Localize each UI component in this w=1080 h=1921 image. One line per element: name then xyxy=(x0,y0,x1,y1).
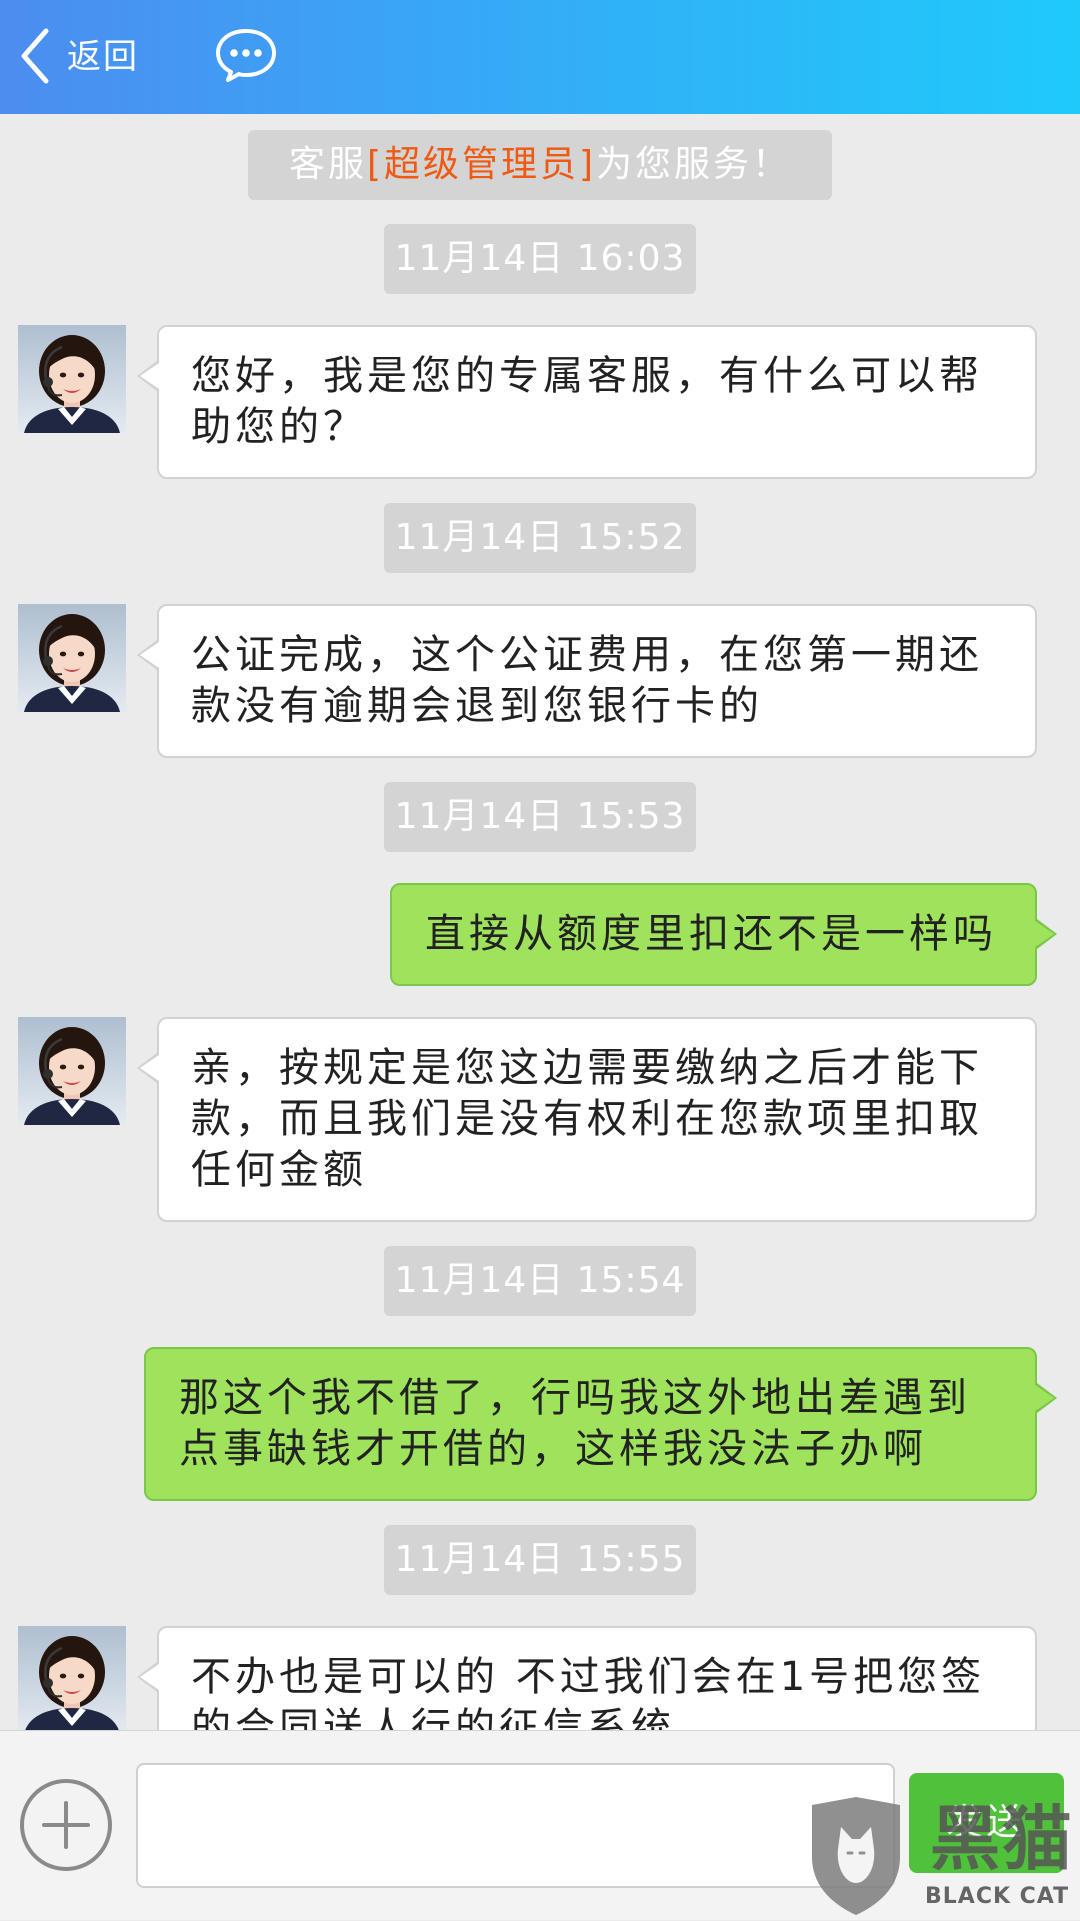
plus-circle-icon[interactable] xyxy=(18,1777,114,1873)
agent-message-row: 公证完成，这个公证费用，在您第一期还款没有逾期会退到您银行卡的 xyxy=(0,604,1080,758)
banner-prefix: 客服 xyxy=(288,144,367,185)
timestamp: 11月14日 15:55 xyxy=(384,1525,696,1595)
agent-message-row: 不办也是可以的 不过我们会在1号把您签的合同送人行的征信系统 xyxy=(0,1626,1080,1730)
agent-message-bubble[interactable]: 不办也是可以的 不过我们会在1号把您签的合同送人行的征信系统 xyxy=(137,1626,1037,1730)
message-text: 那这个我不借了，行吗我这外地出差遇到点事缺钱才开借的，这样我没法子办啊 xyxy=(179,1375,971,1472)
message-text: 公证完成，这个公证费用，在您第一期还款没有逾期会退到您银行卡的 xyxy=(191,632,983,729)
agent-message-bubble[interactable]: 公证完成，这个公证费用，在您第一期还款没有逾期会退到您银行卡的 xyxy=(137,604,1037,758)
input-bar: 发送 黑猫 BLACK CAT xyxy=(0,1730,1080,1920)
user-message-row: 直接从额度里扣还不是一样吗 xyxy=(0,883,1080,986)
message-text: 亲，按规定是您这边需要缴纳之后才能下款，而且我们是没有权利在您款项里扣取任何金额 xyxy=(191,1045,983,1193)
chat-bubble-icon[interactable] xyxy=(214,27,279,83)
timestamp-row: 11月14日 15:53 xyxy=(0,782,1080,852)
message-input[interactable] xyxy=(136,1763,895,1888)
timestamp: 11月14日 16:03 xyxy=(384,224,696,294)
user-message-bubble[interactable]: 直接从额度里扣还不是一样吗 xyxy=(390,883,1057,986)
banner-suffix: 为您服务！ xyxy=(596,144,792,185)
banner-agent-name: [超级管理员] xyxy=(366,144,597,185)
timestamp-row: 11月14日 15:55 xyxy=(0,1525,1080,1595)
timestamp-row: 11月14日 16:03 xyxy=(0,224,1080,294)
timestamp-row: 11月14日 15:54 xyxy=(0,1246,1080,1316)
back-label: 返回 xyxy=(67,37,139,77)
agent-message-row: 您好，我是您的专属客服，有什么可以帮助您的？ xyxy=(0,325,1080,479)
agent-avatar[interactable] xyxy=(18,325,126,433)
user-message-row: 那这个我不借了，行吗我这外地出差遇到点事缺钱才开借的，这样我没法子办啊 xyxy=(0,1347,1080,1501)
user-message-bubble[interactable]: 那这个我不借了，行吗我这外地出差遇到点事缺钱才开借的，这样我没法子办啊 xyxy=(144,1347,1057,1501)
timestamp: 11月14日 15:52 xyxy=(384,503,696,573)
watermark-brand-en: BLACK CAT xyxy=(925,1884,1070,1909)
agent-message-row: 亲，按规定是您这边需要缴纳之后才能下款，而且我们是没有权利在您款项里扣取任何金额 xyxy=(0,1017,1080,1222)
service-banner-row: 客服[超级管理员]为您服务！ xyxy=(0,114,1080,200)
message-text: 直接从额度里扣还不是一样吗 xyxy=(425,911,997,957)
timestamp: 11月14日 15:53 xyxy=(384,782,696,852)
agent-avatar[interactable] xyxy=(18,1626,126,1730)
timestamp-row: 11月14日 15:52 xyxy=(0,503,1080,573)
send-button[interactable]: 发送 xyxy=(909,1773,1064,1873)
agent-avatar[interactable] xyxy=(18,1017,126,1125)
message-text: 您好，我是您的专属客服，有什么可以帮助您的？ xyxy=(191,353,983,450)
timestamp: 11月14日 15:54 xyxy=(384,1246,696,1316)
back-button[interactable]: 返回 xyxy=(10,0,160,114)
message-text: 不办也是可以的 不过我们会在1号把您签的合同送人行的征信系统 xyxy=(191,1654,986,1730)
agent-message-bubble[interactable]: 您好，我是您的专属客服，有什么可以帮助您的？ xyxy=(137,325,1037,479)
agent-message-bubble[interactable]: 亲，按规定是您这边需要缴纳之后才能下款，而且我们是没有权利在您款项里扣取任何金额 xyxy=(137,1017,1037,1222)
service-banner: 客服[超级管理员]为您服务！ xyxy=(248,130,832,200)
top-bar: 返回 xyxy=(0,0,1080,114)
chat-history[interactable]: 客服[超级管理员]为您服务！ 11月14日 16:03 您好，我是您的专属客服，… xyxy=(0,114,1080,1730)
agent-avatar[interactable] xyxy=(18,604,126,712)
chevron-left-icon xyxy=(21,28,49,84)
